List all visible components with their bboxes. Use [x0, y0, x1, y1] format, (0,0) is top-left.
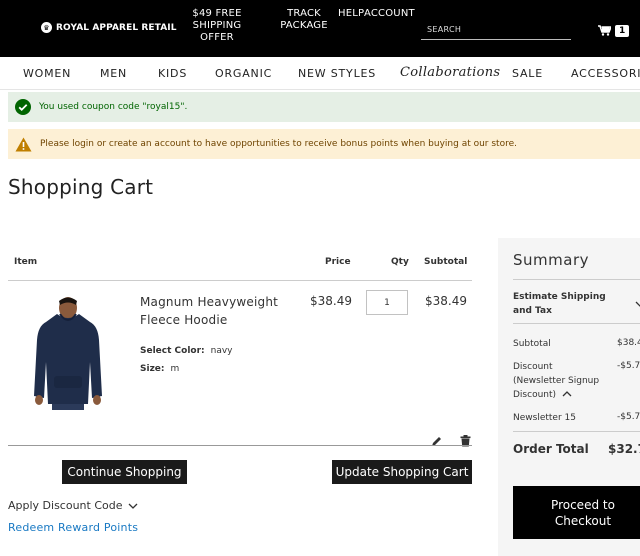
size-value: m: [170, 364, 180, 374]
estimate-line1: Estimate Shipping: [513, 292, 606, 302]
subtotal-value: $38.49: [617, 338, 640, 348]
product-name[interactable]: Magnum Heavyweight Fleece Hoodie: [140, 293, 278, 329]
checkout-line1: Proceed to: [551, 497, 615, 512]
top-bar: ♛ ROYAL APPAREL RETAIL $49 FREE SHIPPING…: [0, 0, 640, 57]
page-title: Shopping Cart: [8, 175, 154, 199]
logo-text: ROYAL APPAREL RETAIL: [56, 22, 177, 33]
order-summary: Summary Estimate Shipping and Tax Subtot…: [498, 238, 640, 556]
success-message: You used coupon code "royal15".: [8, 92, 640, 122]
track-line1: TRACK: [287, 8, 321, 19]
proceed-to-checkout-button[interactable]: Proceed to Checkout: [513, 486, 640, 539]
estimate-line2: and Tax: [513, 306, 552, 316]
main-nav: WOMEN MEN KIDS ORGANIC NEW STYLES Collab…: [0, 57, 640, 90]
nav-item-accessories[interactable]: ACCESSORIES: [571, 67, 640, 80]
item-subtotal: $38.49: [425, 294, 467, 308]
color-value: navy: [210, 346, 233, 356]
qty-input[interactable]: 1: [366, 290, 408, 315]
divider: [8, 280, 472, 281]
checkmark-icon: [15, 99, 31, 115]
header-subtotal: Subtotal: [424, 257, 468, 267]
chevron-down-icon[interactable]: [635, 292, 640, 311]
search-field[interactable]: SEARCH: [421, 20, 571, 40]
free-shipping-link[interactable]: $49 FREE SHIPPING OFFER: [170, 8, 264, 44]
header-price: Price: [325, 257, 351, 267]
site-logo[interactable]: ♛ ROYAL APPAREL RETAIL: [41, 22, 177, 33]
track-package-link[interactable]: TRACK PACKAGE: [280, 8, 328, 32]
free-shipping-line1: $49 FREE SHIPPING: [192, 8, 242, 31]
discount-line2: (Newsletter Signup: [513, 376, 600, 386]
order-total-value: $32.72: [608, 442, 640, 456]
help-link[interactable]: HELP: [338, 8, 364, 20]
header-qty: Qty: [391, 257, 409, 267]
nav-item-sale[interactable]: SALE: [512, 67, 543, 80]
nav-item-kids[interactable]: KIDS: [158, 67, 187, 80]
order-total-label: Order Total: [513, 442, 589, 456]
color-label: Select Color:: [140, 346, 205, 356]
nav-item-organic[interactable]: ORGANIC: [215, 67, 272, 80]
apply-discount-label: Apply Discount Code: [8, 499, 123, 512]
newsletter-label: Newsletter 15: [513, 413, 576, 423]
continue-shopping-button[interactable]: Continue Shopping: [62, 460, 187, 484]
newsletter-value: -$5.77: [617, 412, 640, 422]
divider: [513, 279, 640, 280]
free-shipping-line2: OFFER: [200, 32, 234, 43]
estimate-shipping-toggle[interactable]: Estimate Shipping and Tax: [513, 290, 606, 318]
account-link[interactable]: ACCOUNT: [364, 8, 415, 20]
warning-text: Please login or create an account to hav…: [40, 139, 517, 149]
redeem-reward-points-link[interactable]: Redeem Reward Points: [8, 521, 138, 534]
cart-count-badge: 1: [615, 24, 630, 37]
summary-title: Summary: [513, 251, 589, 269]
nav-item-collaborations[interactable]: Collaborations: [400, 65, 500, 80]
pencil-icon[interactable]: [431, 432, 442, 451]
nav-item-new-styles[interactable]: NEW STYLES: [298, 67, 376, 80]
apply-discount-toggle[interactable]: Apply Discount Code: [8, 499, 138, 512]
divider: [8, 445, 472, 446]
crown-icon: ♛: [41, 22, 52, 33]
warning-icon: [15, 137, 32, 152]
product-name-line2: Fleece Hoodie: [140, 313, 228, 327]
size-label: Size:: [140, 364, 165, 374]
discount-line3-row: Discount): [513, 388, 599, 402]
divider: [513, 323, 640, 324]
item-price: $38.49: [310, 294, 352, 308]
cart-icon: [598, 21, 613, 40]
checkout-line2: Checkout: [554, 513, 612, 528]
warning-message: Please login or create an account to hav…: [8, 129, 640, 159]
subtotal-label: Subtotal: [513, 339, 551, 349]
product-name-line1: Magnum Heavyweight: [140, 295, 279, 309]
update-cart-button[interactable]: Update Shopping Cart: [332, 460, 472, 484]
divider: [513, 431, 640, 432]
search-input[interactable]: SEARCH: [427, 25, 461, 34]
success-text: You used coupon code "royal15".: [39, 102, 188, 112]
chevron-up-icon: [562, 388, 572, 402]
track-line2: PACKAGE: [280, 20, 328, 31]
discount-line1: Discount: [513, 362, 553, 372]
color-option: Select Color: navy: [140, 346, 233, 356]
nav-item-men[interactable]: MEN: [100, 67, 127, 80]
discount-line3: Discount): [513, 390, 557, 400]
size-option: Size: m: [140, 364, 179, 374]
trash-icon[interactable]: [460, 432, 471, 451]
nav-item-women[interactable]: WOMEN: [23, 67, 71, 80]
chevron-down-icon: [128, 499, 138, 512]
discount-value: -$5.77: [617, 361, 640, 371]
cart-button[interactable]: 1: [598, 21, 630, 40]
header-item: Item: [14, 257, 38, 267]
discount-label[interactable]: Discount (Newsletter Signup Discount): [513, 360, 599, 402]
product-image[interactable]: [30, 292, 106, 414]
